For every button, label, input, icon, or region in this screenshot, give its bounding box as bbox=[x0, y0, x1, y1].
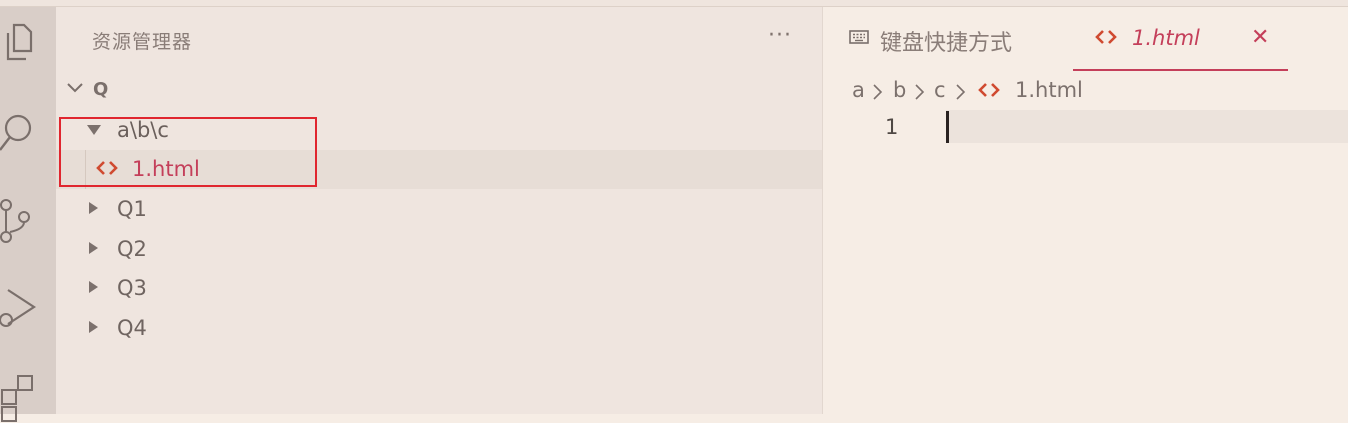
search-icon[interactable] bbox=[0, 106, 56, 162]
workspace-root[interactable]: Q bbox=[56, 70, 822, 109]
keyboard-icon bbox=[849, 30, 869, 44]
explorer-sidebar: 资源管理器 ··· Q a\b\c 1.html Q1 Q2 Q3 Q4 bbox=[56, 7, 823, 414]
run-debug-icon[interactable] bbox=[0, 282, 56, 338]
extensions-icon[interactable] bbox=[0, 367, 56, 423]
chevron-right-icon bbox=[873, 84, 883, 100]
chevron-right-icon bbox=[956, 84, 966, 100]
chevron-right-icon bbox=[915, 84, 925, 100]
breadcrumb-item[interactable]: b bbox=[893, 78, 906, 102]
chevron-down-icon bbox=[67, 83, 83, 93]
breadcrumb-item[interactable]: c bbox=[934, 78, 946, 102]
html-file-icon bbox=[978, 83, 1000, 97]
expanded-arrow-icon bbox=[87, 125, 101, 135]
html-file-icon bbox=[1095, 30, 1117, 44]
close-icon[interactable]: ✕ bbox=[1251, 25, 1269, 50]
folder-label: Q2 bbox=[117, 237, 147, 261]
explorer-title: 资源管理器 bbox=[92, 31, 193, 53]
folder-label: Q4 bbox=[117, 316, 147, 340]
tree-folder-q3[interactable]: Q3 bbox=[56, 269, 822, 308]
breadcrumb-item[interactable]: 1.html bbox=[1015, 78, 1083, 102]
tab-1-html[interactable]: 1.html ✕ bbox=[1073, 7, 1288, 71]
tree-folder-abc[interactable]: a\b\c bbox=[56, 111, 822, 150]
current-line-highlight bbox=[946, 110, 1348, 143]
indent-guide bbox=[85, 150, 86, 189]
line-number: 1 bbox=[885, 115, 899, 139]
tree-folder-q4[interactable]: Q4 bbox=[56, 309, 822, 348]
collapsed-arrow-icon bbox=[89, 242, 98, 254]
tree-folder-q1[interactable]: Q1 bbox=[56, 190, 822, 229]
collapsed-arrow-icon bbox=[89, 202, 98, 214]
tree-file-1-html[interactable]: 1.html bbox=[56, 150, 822, 189]
activity-bar bbox=[0, 7, 56, 422]
tab-label: 键盘快捷方式 bbox=[880, 31, 1013, 56]
editor-area: 键盘快捷方式 1.html ✕ a b c 1.html 1 bbox=[823, 7, 1348, 414]
workspace-root-label: Q bbox=[93, 79, 109, 100]
file-label: 1.html bbox=[132, 157, 200, 181]
text-cursor[interactable] bbox=[946, 111, 949, 143]
folder-label: a\b\c bbox=[117, 118, 169, 142]
source-control-icon[interactable] bbox=[0, 197, 56, 253]
folder-label: Q3 bbox=[117, 276, 147, 300]
folder-label: Q1 bbox=[117, 197, 147, 221]
title-bar-edge bbox=[0, 0, 1348, 7]
collapsed-arrow-icon bbox=[89, 321, 98, 333]
html-file-icon bbox=[96, 161, 118, 175]
tab-keyboard-shortcuts[interactable]: 键盘快捷方式 bbox=[823, 7, 1073, 69]
breadcrumb-item[interactable]: a bbox=[852, 78, 865, 102]
files-icon[interactable] bbox=[0, 21, 56, 77]
tree-folder-q2[interactable]: Q2 bbox=[56, 230, 822, 269]
more-actions-button[interactable]: ··· bbox=[768, 23, 792, 48]
collapsed-arrow-icon bbox=[89, 281, 98, 293]
tab-label: 1.html bbox=[1132, 26, 1200, 50]
